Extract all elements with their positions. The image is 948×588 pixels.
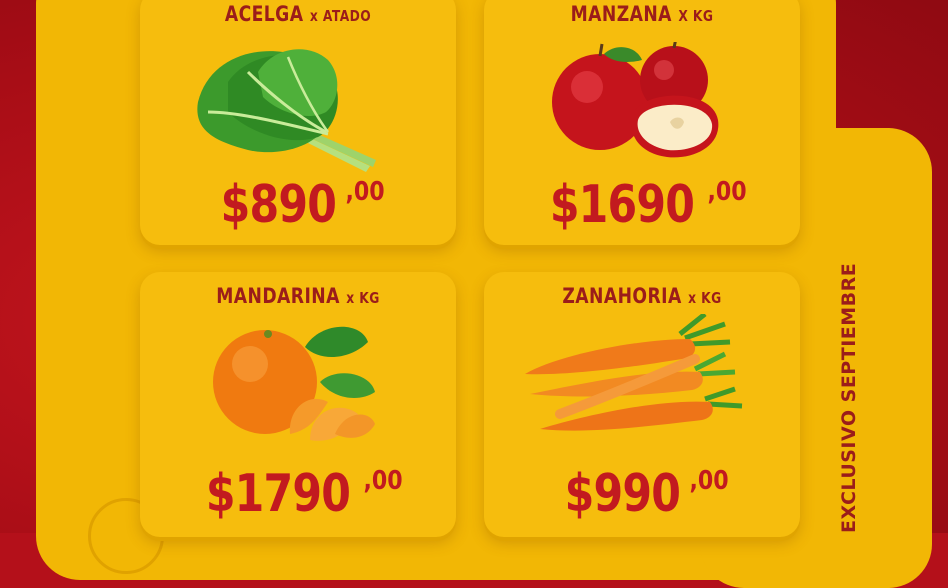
chard-image — [197, 49, 376, 172]
product-price: $1690 ,00 — [484, 175, 800, 235]
price-main: $1790 — [205, 464, 351, 524]
mandarin-image — [213, 326, 375, 441]
product-price: $1790 ,00 — [140, 464, 456, 524]
price-cents: ,00 — [707, 177, 747, 207]
apple-image — [552, 42, 719, 158]
product-card-acelga[interactable]: ACELGA x ATADO $890 ,00 — [140, 0, 456, 245]
product-unit: x ATADO — [309, 7, 372, 25]
product-title: MANZANA X KG — [512, 2, 771, 26]
product-unit: x KG — [688, 289, 722, 307]
product-name: MANZANA — [570, 2, 672, 26]
product-card-zanahoria[interactable]: ZANAHORIA x KG $990 ,00 — [484, 272, 800, 537]
product-name: MANDARINA — [216, 284, 340, 308]
product-title: ACELGA x ATADO — [168, 2, 427, 26]
price-cents: ,00 — [345, 177, 385, 207]
product-price: $990 ,00 — [484, 464, 800, 524]
product-card-manzana[interactable]: MANZANA X KG $1690 ,00 — [484, 0, 800, 245]
product-title: ZANAHORIA x KG — [512, 284, 771, 308]
price-cents: ,00 — [689, 466, 729, 496]
product-card-mandarina[interactable]: MANDARINA x KG $1790 ,00 — [140, 272, 456, 537]
promo-side-text: EXCLUSIVO SEPTIEMBRE — [838, 262, 860, 533]
carrot-image — [525, 314, 743, 431]
product-name: ACELGA — [224, 2, 304, 26]
product-title: MANDARINA x KG — [168, 284, 427, 308]
product-unit: X KG — [678, 7, 714, 25]
price-main: $890 — [220, 175, 336, 235]
product-unit: x KG — [346, 289, 380, 307]
price-main: $1690 — [549, 175, 695, 235]
price-cents: ,00 — [363, 466, 403, 496]
price-main: $990 — [564, 464, 680, 524]
product-name: ZANAHORIA — [562, 284, 682, 308]
product-price: $890 ,00 — [140, 175, 456, 235]
